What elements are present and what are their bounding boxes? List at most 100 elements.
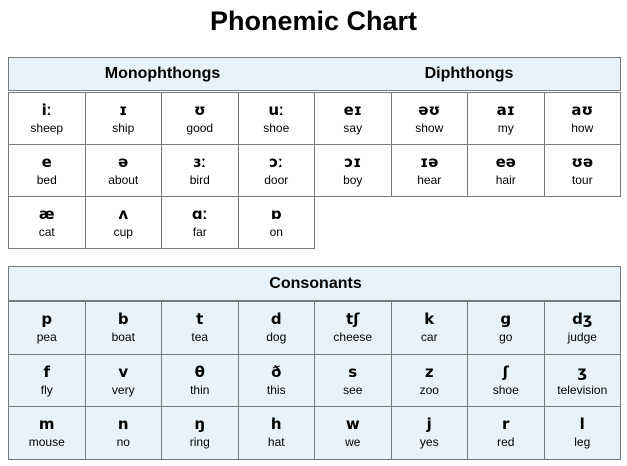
phoneme-cell: dʒ judge (543, 301, 621, 355)
phoneme-cell: eɪ say (314, 92, 392, 145)
phoneme-symbol: t (196, 310, 204, 329)
example-word: cup (113, 225, 133, 239)
phoneme-symbol: ʊ (193, 101, 206, 119)
phoneme-symbol: dʒ (572, 310, 593, 329)
example-word: boat (111, 330, 135, 345)
phoneme-cell: æ cat (8, 196, 86, 249)
example-word: door (264, 173, 289, 187)
phoneme-cell: ŋ ring (161, 406, 239, 460)
example-word: cat (38, 225, 55, 239)
example-word: no (116, 435, 130, 450)
phoneme-symbol: d (270, 310, 282, 329)
example-word: say (343, 121, 363, 135)
phoneme-symbol: ɒ (270, 205, 282, 223)
example-word: mouse (28, 435, 65, 450)
example-word: go (499, 330, 513, 345)
example-word: judge (567, 330, 597, 345)
phoneme-symbol: s (348, 362, 358, 381)
consonants-header-label: Consonants (269, 274, 362, 292)
phoneme-symbol: g (500, 310, 512, 329)
phoneme-cell: aɪ my (467, 92, 545, 145)
phoneme-symbol: tʃ (346, 310, 360, 329)
consonants-header: Consonants (8, 266, 621, 301)
phoneme-cell: aʊ how (543, 92, 621, 145)
phoneme-symbol: aɪ (496, 101, 515, 119)
phoneme-symbol: ɜː (193, 153, 207, 171)
example-word: fly (40, 382, 53, 397)
phoneme-symbol: ɔɪ (344, 153, 362, 171)
example-word: shoe (492, 382, 519, 397)
phoneme-symbol: m (38, 415, 55, 434)
phoneme-cell: ɒ on (237, 196, 315, 249)
example-word: about (108, 173, 139, 187)
example-word: shoe (263, 121, 290, 135)
phoneme-cell: e bed (8, 144, 86, 197)
phoneme-cell: z zoo (390, 353, 468, 407)
phoneme-symbol: ə (118, 153, 129, 171)
example-word: bird (189, 173, 210, 187)
phoneme-symbol: ʌ (118, 205, 129, 223)
phoneme-cell: tʃ cheese (314, 301, 392, 355)
phoneme-symbol: aʊ (571, 101, 594, 119)
phoneme-cell: ə about (84, 144, 162, 197)
phoneme-cell: ɪə hear (390, 144, 468, 197)
phoneme-cell: θ thin (161, 353, 239, 407)
phoneme-symbol: ð (271, 362, 282, 381)
phoneme-symbol: ʒ (577, 362, 588, 381)
phoneme-symbol: æ (38, 205, 55, 223)
example-word: boy (343, 173, 363, 187)
example-word: good (186, 121, 214, 135)
phoneme-cell: ɪ ship (84, 92, 162, 145)
phoneme-symbol: eɪ (343, 101, 362, 119)
example-word: pea (36, 330, 57, 345)
phoneme-symbol: e (41, 153, 52, 171)
example-word: ship (112, 121, 135, 135)
phoneme-symbol: ɪə (420, 153, 439, 171)
phoneme-symbol: ɔː (269, 153, 284, 171)
phoneme-cell: ɔː door (237, 144, 315, 197)
phoneme-cell: ð this (237, 353, 315, 407)
example-word: bed (36, 173, 57, 187)
example-word: thin (190, 382, 210, 397)
example-word: red (497, 435, 515, 450)
phoneme-symbol: ɪ (119, 101, 128, 119)
diphthongs-header: Diphthongs (424, 65, 514, 82)
example-word: we (345, 435, 361, 450)
phoneme-cell: t tea (161, 301, 239, 355)
phoneme-cell: iː sheep (8, 92, 86, 145)
phoneme-cell: əʊ show (390, 92, 468, 145)
vowels-header: Monophthongs Diphthongs (8, 57, 621, 91)
phoneme-symbol: iː (41, 101, 52, 119)
phoneme-cell: b boat (84, 301, 162, 355)
example-word: yes (419, 435, 439, 450)
phoneme-cell: ɔɪ boy (314, 144, 392, 197)
example-word: hat (267, 435, 285, 450)
example-word: hair (495, 173, 516, 187)
example-word: cheese (333, 330, 373, 345)
phoneme-cell: ʊə tour (543, 144, 621, 197)
phoneme-symbol: l (579, 415, 585, 434)
phoneme-cell: ʃ shoe (467, 353, 545, 407)
phoneme-symbol: p (41, 310, 53, 329)
example-word: far (192, 225, 207, 239)
example-word: zoo (419, 382, 439, 397)
phoneme-cell: w we (314, 406, 392, 460)
phoneme-cell: g go (467, 301, 545, 355)
phoneme-cell: p pea (8, 301, 86, 355)
example-word: show (415, 121, 444, 135)
phoneme-cell: ʒ television (543, 353, 621, 407)
example-word: sheep (30, 121, 64, 135)
page-title: Phonemic Chart (209, 6, 418, 36)
phoneme-symbol: k (424, 310, 435, 329)
phoneme-cell: k car (390, 301, 468, 355)
phoneme-symbol: ɑː (191, 205, 208, 223)
phoneme-symbol: ʊə (571, 153, 594, 171)
example-word: my (497, 121, 514, 135)
phoneme-cell: ʊ good (161, 92, 239, 145)
phoneme-cell: f fly (8, 353, 86, 407)
example-word: dog (266, 330, 287, 345)
phoneme-symbol: ʃ (502, 362, 509, 381)
phoneme-cell: s see (314, 353, 392, 407)
phoneme-symbol: w (345, 415, 360, 434)
phoneme-cell: eə hair (467, 144, 545, 197)
